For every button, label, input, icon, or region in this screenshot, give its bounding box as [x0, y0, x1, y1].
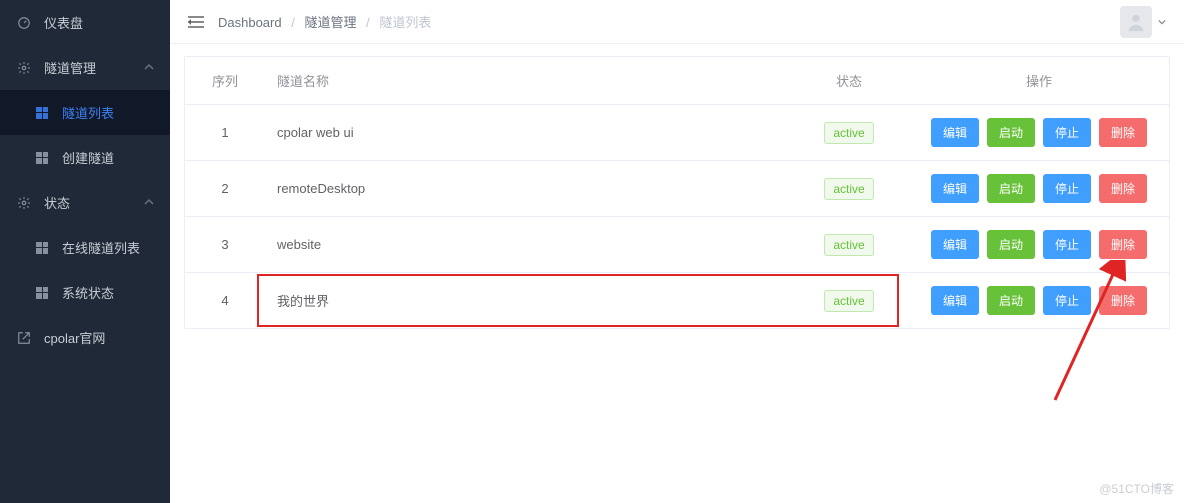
cell-actions: 编辑 启动 停止 删除: [909, 273, 1169, 328]
cell-name: cpolar web ui: [265, 112, 789, 153]
table-row: 4 我的世界 active 编辑 启动 停止 删除: [185, 273, 1169, 328]
grid-icon: [34, 240, 50, 256]
breadcrumb-sep: /: [291, 15, 295, 30]
cell-status: active: [789, 277, 909, 325]
th-seq: 序列: [185, 57, 265, 104]
sidebar-item-label: cpolar官网: [44, 328, 105, 347]
chevron-down-icon: [1158, 18, 1166, 26]
breadcrumb-mid[interactable]: 隧道管理: [304, 15, 356, 30]
status-badge: active: [824, 234, 873, 256]
sidebar-item-label: 状态: [44, 193, 70, 212]
edit-button[interactable]: 编辑: [931, 118, 979, 147]
start-button[interactable]: 启动: [987, 286, 1035, 315]
status-badge: active: [824, 178, 873, 200]
stop-button[interactable]: 停止: [1043, 118, 1091, 147]
cell-seq: 4: [185, 280, 265, 321]
table-row: 3 website active 编辑 启动 停止 删除: [185, 217, 1169, 273]
th-status: 状态: [789, 57, 909, 104]
cell-status: active: [789, 221, 909, 269]
tunnel-table: 序列 隧道名称 状态 操作 1 cpolar web ui active 编辑 …: [184, 56, 1170, 329]
cell-actions: 编辑 启动 停止 删除: [909, 217, 1169, 272]
cell-status: active: [789, 165, 909, 213]
cell-seq: 3: [185, 224, 265, 265]
edit-button[interactable]: 编辑: [931, 286, 979, 315]
cell-actions: 编辑 启动 停止 删除: [909, 105, 1169, 160]
external-link-icon: [16, 330, 32, 346]
status-badge: active: [824, 122, 873, 144]
breadcrumb-root[interactable]: Dashboard: [218, 15, 282, 30]
delete-button[interactable]: 删除: [1099, 174, 1147, 203]
grid-icon: [34, 150, 50, 166]
edit-button[interactable]: 编辑: [931, 230, 979, 259]
th-actions: 操作: [909, 57, 1169, 104]
cell-seq: 2: [185, 168, 265, 209]
table-header: 序列 隧道名称 状态 操作: [185, 57, 1169, 105]
stop-button[interactable]: 停止: [1043, 286, 1091, 315]
delete-button[interactable]: 删除: [1099, 286, 1147, 315]
avatar-icon: [1120, 6, 1152, 38]
gear-icon: [16, 195, 32, 211]
sidebar-item-create-tunnel[interactable]: 创建隧道: [0, 135, 170, 180]
sidebar: 仪表盘 隧道管理 隧道列表 创建隧道 状态 在线隧道列表: [0, 0, 170, 503]
sidebar-item-label: 隧道管理: [44, 58, 96, 77]
sidebar-item-tunnel-list[interactable]: 隧道列表: [0, 90, 170, 135]
grid-icon: [34, 285, 50, 301]
user-menu[interactable]: [1120, 6, 1166, 38]
watermark: @51CTO博客: [1099, 480, 1174, 497]
sidebar-item-status[interactable]: 状态: [0, 180, 170, 225]
stop-button[interactable]: 停止: [1043, 174, 1091, 203]
cell-actions: 编辑 启动 停止 删除: [909, 161, 1169, 216]
cell-name: 我的世界: [265, 278, 789, 323]
cell-name: website: [265, 224, 789, 265]
start-button[interactable]: 启动: [987, 174, 1035, 203]
cell-status: active: [789, 109, 909, 157]
breadcrumb-sep: /: [366, 15, 370, 30]
sidebar-item-system-status[interactable]: 系统状态: [0, 270, 170, 315]
table-row: 2 remoteDesktop active 编辑 启动 停止 删除: [185, 161, 1169, 217]
main: Dashboard / 隧道管理 / 隧道列表 序列 隧道名称: [170, 0, 1184, 503]
sidebar-item-cpolar-site[interactable]: cpolar官网: [0, 315, 170, 360]
menu-toggle-icon[interactable]: [188, 15, 204, 29]
chevron-up-icon: [144, 60, 154, 75]
sidebar-item-tunnel-mgmt[interactable]: 隧道管理: [0, 45, 170, 90]
content: 序列 隧道名称 状态 操作 1 cpolar web ui active 编辑 …: [170, 44, 1184, 349]
th-name: 隧道名称: [265, 57, 789, 104]
breadcrumb: Dashboard / 隧道管理 / 隧道列表: [218, 12, 431, 31]
table-row: 1 cpolar web ui active 编辑 启动 停止 删除: [185, 105, 1169, 161]
sidebar-item-label: 仪表盘: [44, 13, 83, 32]
sidebar-item-label: 创建隧道: [62, 148, 114, 167]
delete-button[interactable]: 删除: [1099, 230, 1147, 259]
start-button[interactable]: 启动: [987, 230, 1035, 259]
breadcrumb-leaf: 隧道列表: [379, 15, 431, 30]
cell-name: remoteDesktop: [265, 168, 789, 209]
stop-button[interactable]: 停止: [1043, 230, 1091, 259]
edit-button[interactable]: 编辑: [931, 174, 979, 203]
cell-seq: 1: [185, 112, 265, 153]
status-badge: active: [824, 290, 873, 312]
grid-icon: [34, 105, 50, 121]
chevron-up-icon: [144, 195, 154, 210]
sidebar-item-label: 在线隧道列表: [62, 238, 140, 257]
topbar: Dashboard / 隧道管理 / 隧道列表: [170, 0, 1184, 44]
sidebar-item-online-tunnels[interactable]: 在线隧道列表: [0, 225, 170, 270]
start-button[interactable]: 启动: [987, 118, 1035, 147]
sidebar-item-dashboard[interactable]: 仪表盘: [0, 0, 170, 45]
delete-button[interactable]: 删除: [1099, 118, 1147, 147]
sidebar-item-label: 隧道列表: [62, 103, 114, 122]
gauge-icon: [16, 15, 32, 31]
sidebar-item-label: 系统状态: [62, 283, 114, 302]
gear-icon: [16, 60, 32, 76]
